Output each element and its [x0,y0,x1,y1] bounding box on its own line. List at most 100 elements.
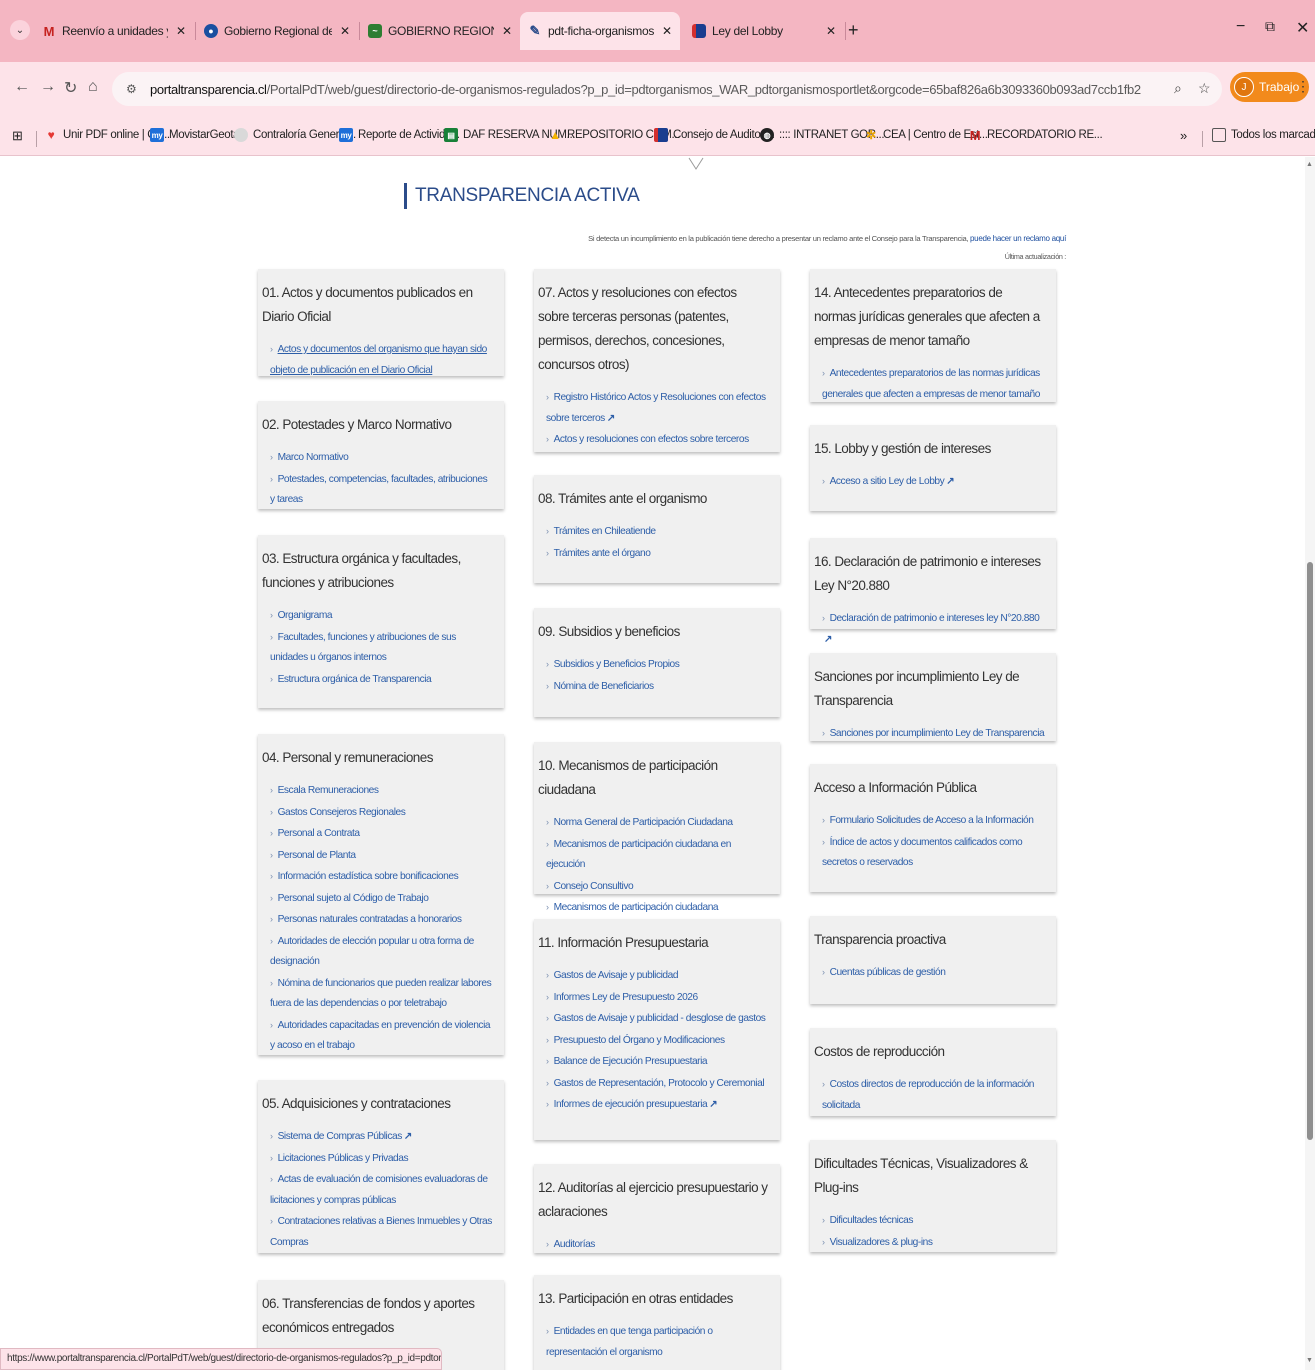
card-link[interactable]: › Información estadística sobre bonificac… [270,866,494,888]
chevron-right-icon: › [822,476,825,486]
back-icon[interactable]: ← [14,78,30,96]
card-link-label: Costos directos de reproducción de la in… [822,1079,1035,1111]
card-link[interactable]: › Gastos de Avisaje y publicidad [546,965,770,987]
card-link[interactable]: › Sistema de Compras Públicas ↗ [270,1126,494,1148]
card-link[interactable]: › Estructura orgánica de Transparencia [270,669,494,691]
tab-search-chevron-icon[interactable]: ⌄ [10,20,30,40]
card-link[interactable]: › Licitaciones Públicas y Privadas [270,1148,494,1170]
card-link[interactable]: › Registro Histórico Actos y Resoluciones… [546,387,770,429]
restore-icon[interactable]: ⧉ [1265,18,1275,35]
card-link[interactable]: › Subsidios y Beneficios Propios [546,654,770,676]
tab-title: Ley del Lobby [712,24,783,38]
tab-gmail[interactable]: M Reenvío a unidades y documen ✕ [34,14,194,48]
card-link[interactable]: › Personas naturales contratadas a honora… [270,909,494,931]
bookmark-item[interactable]: Consejo de Auditori... [654,128,775,142]
card-link[interactable]: › Visualizadores & plug-ins [822,1232,1046,1254]
tab-gore-2[interactable]: ~ GOBIERNO REGIONAL DE LOS L ✕ [360,14,520,48]
new-tab-icon[interactable]: + [848,20,859,41]
close-window-icon[interactable]: ✕ [1296,18,1309,38]
close-tab-icon[interactable]: ✕ [340,24,350,38]
card-link[interactable]: › Índice de actos y documentos calificado… [822,832,1046,874]
card-link[interactable]: › Trámites ante el órgano [546,543,770,565]
close-tab-icon[interactable]: ✕ [176,24,186,38]
home-icon[interactable]: ⌂ [88,78,98,96]
more-bookmarks-button[interactable]: » [1180,128,1187,143]
card-link[interactable]: › Declaración de patrimonio e intereses l… [822,608,1046,650]
site-info-icon[interactable]: ⚙ [126,82,142,96]
card-link[interactable]: › Informes Ley de Presupuesto 2026 [546,987,770,1009]
url-text[interactable]: portaltransparencia.cl/PortalPdT/web/gue… [150,82,1222,97]
minimize-icon[interactable]: − [1236,18,1245,36]
card-link[interactable]: › Contrataciones relativas a Bienes Inmue… [270,1211,494,1253]
card-link[interactable]: › Balance de Ejecución Presupuestaria [546,1051,770,1073]
card-link[interactable]: › Costos directos de reproducción de la i… [822,1074,1046,1116]
card-link[interactable]: › Mecanismos de participación ciudadana [546,897,770,919]
bookmark-item[interactable]: my MovistarGeotab [150,128,246,142]
bookmark-item[interactable]: M RECORDATORIO RE... [968,128,1103,143]
address-bar[interactable]: ⚙ portaltransparencia.cl/PortalPdT/web/g… [112,72,1222,106]
vertical-scrollbar[interactable]: ▲ ▼ [1305,157,1315,1370]
card-link[interactable]: › Cuentas públicas de gestión [822,962,1046,984]
scrollbar-thumb[interactable] [1307,562,1313,1140]
bookmark-item[interactable]: my Reporte de Activida... [339,128,460,142]
card-link[interactable]: › Dificultades técnicas [822,1210,1046,1232]
card-link-label: Formulario Solicitudes de Acceso a la In… [829,815,1034,826]
card-15: 15. Lobby y gestión de intereses › Acceso… [810,425,1056,511]
card-link[interactable]: › Presupuesto del Órgano y Modificaciones [546,1030,770,1052]
card-link[interactable]: › Actos y documentos del organismo que ha… [270,339,494,381]
apps-icon[interactable]: ⊞ [12,128,23,144]
forward-icon[interactable]: → [40,78,56,96]
card-link[interactable]: › Informes de ejecución presupuestaria ↗ [546,1094,770,1116]
card-link[interactable]: › Actas de evaluación de comisiones evalu… [270,1169,494,1211]
profile-label: Trabajo [1259,80,1300,94]
complaint-link[interactable]: puede hacer un reclamo aquí [970,234,1066,243]
tab-portal-transparencia[interactable]: ✎ pdt-ficha-organismos - Portal d ✕ [520,12,680,50]
card-link[interactable]: › Norma General de Participación Ciudadan… [546,812,770,834]
all-bookmarks-button[interactable]: Todos los marcadores [1212,128,1315,142]
zoom-icon[interactable]: ⌕ [1174,80,1182,97]
card-link[interactable]: › Actos y resoluciones con efectos sobre … [546,429,770,451]
card-link[interactable]: › Marco Normativo [270,447,494,469]
chevron-right-icon: › [270,892,273,903]
bookmark-star-icon[interactable]: ☆ [1198,80,1211,97]
bookmark-item[interactable]: Contraloría General... [234,128,356,142]
card-link[interactable]: › Gastos Consejeros Regionales [270,802,494,824]
card-link[interactable]: › Sanciones por incumplimiento Ley de Tra… [822,723,1046,745]
card-link[interactable]: › Personal a Contrata [270,823,494,845]
close-tab-icon[interactable]: ✕ [662,24,672,38]
close-tab-icon[interactable]: ✕ [826,24,836,38]
card-title: Dificultades Técnicas, Visualizadores & … [814,1156,1028,1195]
card-link[interactable]: › Antecedentes preparatorios de las norma… [822,363,1046,405]
tab-ley-lobby[interactable]: Ley del Lobby ✕ [684,14,844,48]
bookmarks-bar: ⊞ ♥ Unir PDF online | Co... my MovistarGeo… [0,114,1315,156]
card-link[interactable]: › Acceso a sitio Ley de Lobby ↗ [822,471,1046,493]
card-link[interactable]: › Potestades, competencias, facultades, a… [270,469,494,511]
card-21: Dificultades Técnicas, Visualizadores & … [810,1140,1056,1252]
menu-kebab-icon[interactable]: ⋮ [1296,78,1310,95]
card-link[interactable]: › Organigrama [270,605,494,627]
card-link[interactable]: › Autoridades de elección popular u otra … [270,931,494,973]
chevron-right-icon: › [822,368,825,378]
card-link[interactable]: › Entidades en que tenga participación o … [546,1321,770,1363]
card-link[interactable]: › Nómina de Beneficiarios [546,676,770,698]
card-link[interactable]: › Formulario Solicitudes de Acceso a la I… [822,810,1046,832]
card-link[interactable]: › Nómina de funcionarios que pueden reali… [270,973,494,1015]
reload-icon[interactable]: ↻ [64,78,77,98]
card-link[interactable]: › Facultades, funciones y atribuciones de… [270,627,494,669]
card-link[interactable]: › Autoridades capacitadas en prevención d… [270,1015,494,1057]
card-link[interactable]: › Trámites en Chileatiende [546,521,770,543]
card-link[interactable]: › Mecanismos de participación ciudadana e… [546,834,770,876]
card-link[interactable]: › Gastos de Avisaje y publicidad - desglo… [546,1008,770,1030]
card-link[interactable]: › Consejo Consultivo [546,876,770,898]
scroll-down-icon[interactable]: ▼ [1306,1357,1313,1364]
card-link-label: Personas naturales contratadas a honorar… [277,914,462,925]
card-link[interactable]: › Personal sujeto al Código de Trabajo [270,888,494,910]
tab-gore[interactable]: ● Gobierno Regional de Los Lago ✕ [196,14,358,48]
scroll-up-icon[interactable]: ▲ [1306,161,1313,168]
url-path: /PortalPdT/web/guest/directorio-de-organ… [266,81,1142,97]
card-link[interactable]: › Escala Remuneraciones [270,780,494,802]
card-link[interactable]: › Personal de Planta [270,845,494,867]
card-link[interactable]: › Gastos de Representación, Protocolo y C… [546,1073,770,1095]
card-link[interactable]: › Auditorías [546,1234,770,1256]
close-tab-icon[interactable]: ✕ [502,24,512,38]
